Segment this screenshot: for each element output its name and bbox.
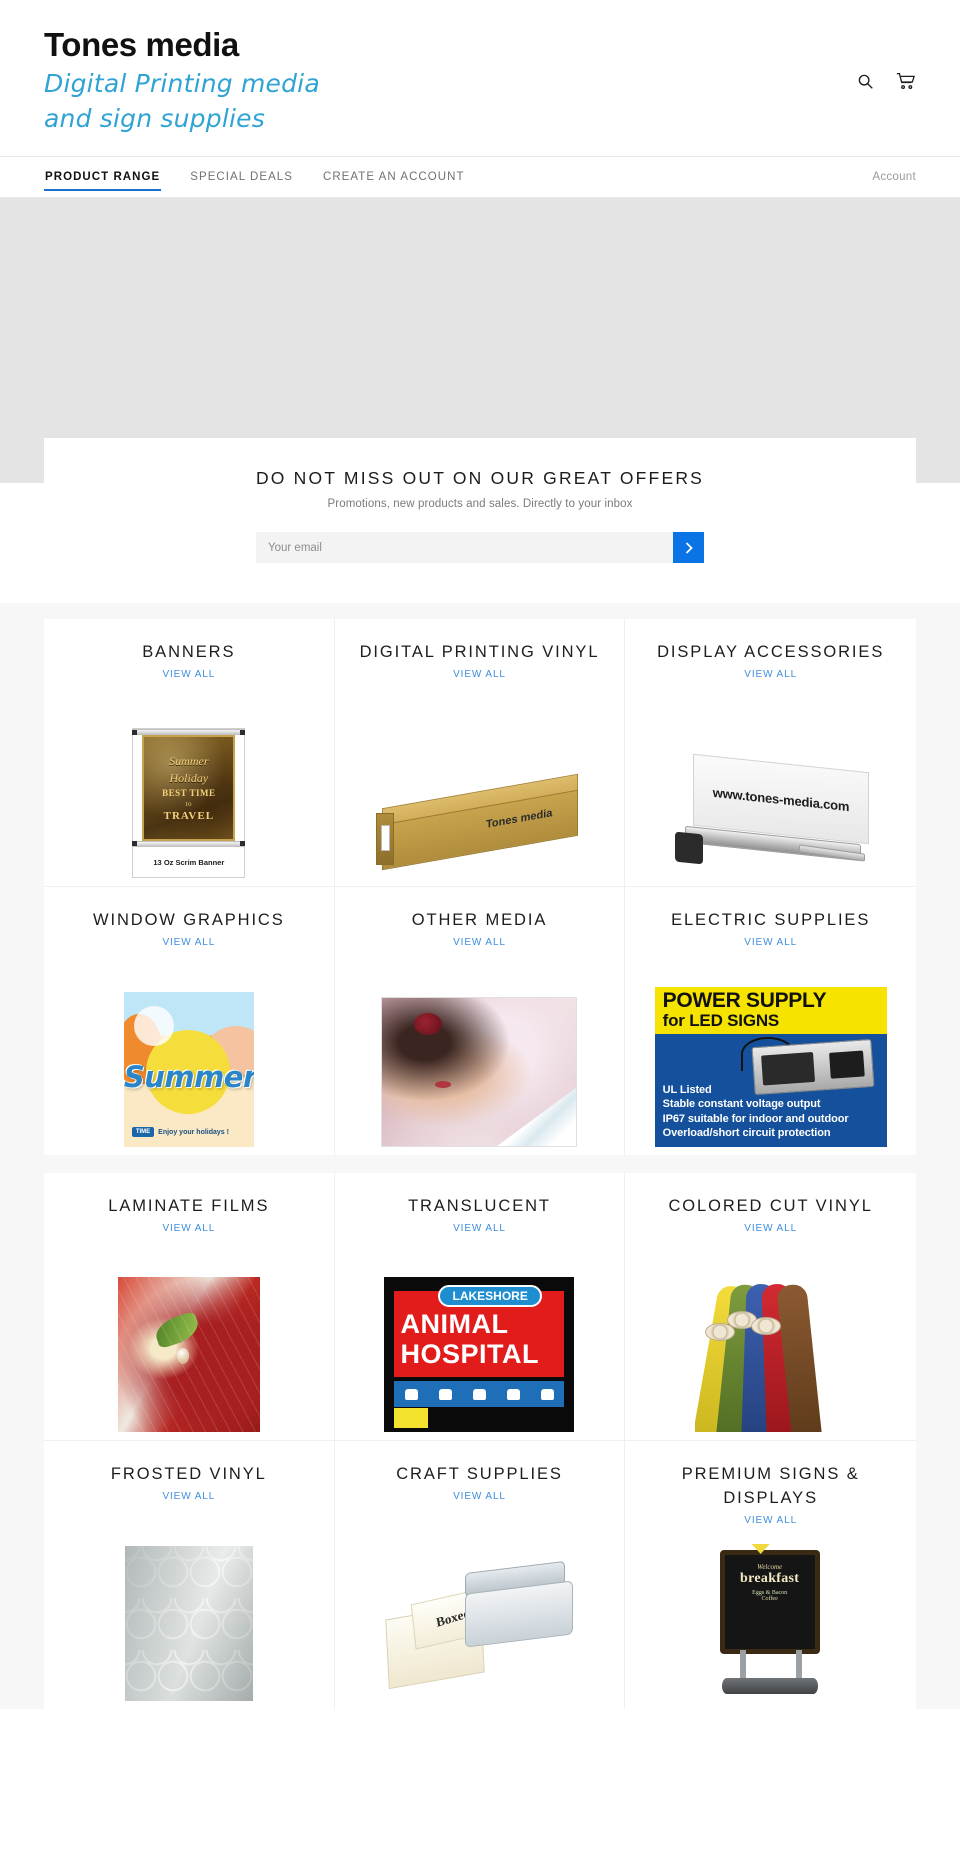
banner-stand-image: Summer Holiday BEST TIME to TRAVEL 13 Oz… <box>44 713 334 878</box>
rollup-url-text: www.tones-media.com <box>712 784 849 814</box>
nav-links: PRODUCT RANGE SPECIAL DEALS CREATE AN AC… <box>44 157 466 197</box>
power-bullet-1: UL Listed <box>662 1083 712 1096</box>
account-link[interactable]: Account <box>872 171 916 183</box>
summer-window-graphic-image: Summer TIME Enjoy your holidays ! <box>44 982 334 1147</box>
view-all-link[interactable]: VIEW ALL <box>335 1491 625 1502</box>
rollup-banner-image: www.tones-media.com <box>625 713 916 878</box>
poster-line-5: TRAVEL <box>163 810 215 822</box>
craft-plotter-image: Boxed <box>335 1536 625 1701</box>
category-section-one: BANNERS VIEW ALL Summer Holiday BEST TIM… <box>0 603 960 1155</box>
power-title-line-1: POWER SUPPLY <box>662 989 827 1012</box>
newsletter-wrapper: DO NOT MISS OUT ON OUR GREAT OFFERS Prom… <box>0 438 960 603</box>
poster-line-1: Summer <box>169 754 209 768</box>
shopping-cart-icon[interactable] <box>894 70 916 92</box>
category-title: ELECTRIC SUPPLIES <box>671 911 871 929</box>
category-card-banners[interactable]: BANNERS VIEW ALL Summer Holiday BEST TIM… <box>44 619 335 887</box>
category-title: DIGITAL PRINTING VINYL <box>359 643 600 661</box>
view-all-link[interactable]: VIEW ALL <box>625 1515 916 1526</box>
power-bullet-3: IP67 suitable for indoor and outdoor <box>662 1112 849 1125</box>
newsletter-section: DO NOT MISS OUT ON OUR GREAT OFFERS Prom… <box>44 438 916 603</box>
a-frame-chalkboard-image: Welcome breakfast Eggs & Bacon Coffee <box>625 1536 916 1701</box>
power-bullet-4: Overload/short circuit protection <box>662 1127 831 1140</box>
category-section-two: LAMINATE FILMS VIEW ALL TRANSLUCENT VIEW… <box>0 1155 960 1709</box>
view-all-link[interactable]: VIEW ALL <box>44 937 334 948</box>
summer-pill-text: TIME <box>131 1127 155 1137</box>
newsletter-email-input[interactable] <box>256 532 673 563</box>
category-title: BANNERS <box>142 643 236 661</box>
category-title: CRAFT SUPPLIES <box>396 1465 563 1483</box>
category-card-premium-signs-displays[interactable]: PREMIUM SIGNS & DISPLAYS VIEW ALL Welcom… <box>625 1441 916 1709</box>
view-all-link[interactable]: VIEW ALL <box>335 937 625 948</box>
view-all-link[interactable]: VIEW ALL <box>44 1223 334 1234</box>
category-title: DISPLAY ACCESSORIES <box>657 643 885 661</box>
category-grid-one: BANNERS VIEW ALL Summer Holiday BEST TIM… <box>44 619 916 1155</box>
nav-right: Account <box>872 157 916 197</box>
category-card-display-accessories[interactable]: DISPLAY ACCESSORIES VIEW ALL www.tones-m… <box>625 619 916 887</box>
model-photo-media-image <box>335 982 625 1147</box>
newsletter-submit-button[interactable] <box>673 532 704 563</box>
poster-line-4: to <box>185 800 193 808</box>
logo-tagline-line2: and sign supplies <box>44 104 265 134</box>
category-card-laminate-films[interactable]: LAMINATE FILMS VIEW ALL <box>44 1173 335 1441</box>
summer-word-text: Summer <box>123 1060 254 1094</box>
search-icon[interactable] <box>854 70 876 92</box>
main-navigation: PRODUCT RANGE SPECIAL DEALS CREATE AN AC… <box>0 156 960 198</box>
site-header: Tones media Digital Printing media and s… <box>0 0 960 156</box>
newsletter-title: DO NOT MISS OUT ON OUR GREAT OFFERS <box>255 468 705 488</box>
power-title-line-2: for LED SIGNS <box>662 1011 780 1031</box>
category-title: COLORED CUT VINYL <box>668 1197 873 1215</box>
nav-item-product-range[interactable]: PRODUCT RANGE <box>44 157 162 197</box>
category-card-craft-supplies[interactable]: CRAFT SUPPLIES VIEW ALL Boxed <box>334 1441 626 1709</box>
logo-tagline-line1: Digital Printing media <box>44 68 320 98</box>
frosted-pattern-image <box>44 1536 334 1701</box>
banner-caption: 13 Oz Scrim Banner <box>133 847 245 877</box>
category-title: PREMIUM SIGNS & DISPLAYS <box>681 1465 860 1507</box>
category-grid-two: LAMINATE FILMS VIEW ALL TRANSLUCENT VIEW… <box>44 1173 916 1709</box>
category-title: LAMINATE FILMS <box>108 1197 270 1215</box>
nav-item-special-deals[interactable]: SPECIAL DEALS <box>189 157 294 197</box>
colored-rolls-image <box>625 1267 916 1432</box>
category-card-window-graphics[interactable]: WINDOW GRAPHICS VIEW ALL Summer TIME Enj… <box>44 887 335 1155</box>
power-supply-flyer-image: POWER SUPPLY for LED SIGNS UL Listed Sta… <box>625 982 916 1147</box>
category-card-other-media[interactable]: OTHER MEDIA VIEW ALL <box>334 887 626 1155</box>
nav-item-create-an-account[interactable]: CREATE AN ACCOUNT <box>322 157 466 197</box>
view-all-link[interactable]: VIEW ALL <box>44 669 334 680</box>
view-all-link[interactable]: VIEW ALL <box>44 1491 334 1502</box>
category-title: FROSTED VINYL <box>110 1465 267 1483</box>
animal-hospital-sign-image: ANIMAL HOSPITAL LAKESHORE <box>335 1267 625 1432</box>
view-all-link[interactable]: VIEW ALL <box>625 1223 916 1234</box>
newsletter-form <box>256 532 704 563</box>
poster-line-3: BEST TIME <box>162 788 216 798</box>
power-bullet-2: Stable constant voltage output <box>662 1098 821 1111</box>
view-all-link[interactable]: VIEW ALL <box>625 937 916 948</box>
logo-primary-text: Tones media <box>44 26 239 63</box>
view-all-link[interactable]: VIEW ALL <box>335 1223 625 1234</box>
sign-pill-text: LAKESHORE <box>438 1285 542 1307</box>
sign-line-1: ANIMAL <box>400 1309 509 1339</box>
category-card-digital-printing-vinyl[interactable]: DIGITAL PRINTING VINYL VIEW ALL Tones me… <box>334 619 626 887</box>
chevron-right-icon <box>684 541 694 555</box>
category-card-frosted-vinyl[interactable]: FROSTED VINYL VIEW ALL <box>44 1441 335 1709</box>
category-card-colored-cut-vinyl[interactable]: COLORED CUT VINYL VIEW ALL <box>625 1173 916 1441</box>
summer-tag-text: Enjoy your holidays ! <box>158 1128 229 1136</box>
category-title: OTHER MEDIA <box>411 911 548 929</box>
header-actions <box>854 18 916 92</box>
site-logo[interactable]: Tones media Digital Printing media and s… <box>44 18 320 134</box>
sign-line-2: HOSPITAL <box>400 1339 539 1369</box>
newsletter-subtitle: Promotions, new products and sales. Dire… <box>327 498 633 510</box>
view-all-link[interactable]: VIEW ALL <box>625 669 916 680</box>
category-title: WINDOW GRAPHICS <box>92 911 285 929</box>
roll-box-image: Tones media <box>335 713 625 878</box>
poster-line-2: Holiday <box>169 771 209 785</box>
category-card-translucent[interactable]: TRANSLUCENT VIEW ALL ANIMAL HOSPITAL LAK… <box>334 1173 626 1441</box>
category-card-electric-supplies[interactable]: ELECTRIC SUPPLIES VIEW ALL POWER SUPPLY … <box>625 887 916 1155</box>
view-all-link[interactable]: VIEW ALL <box>335 669 625 680</box>
category-title: TRANSLUCENT <box>408 1197 551 1215</box>
apple-macro-image <box>44 1267 334 1432</box>
